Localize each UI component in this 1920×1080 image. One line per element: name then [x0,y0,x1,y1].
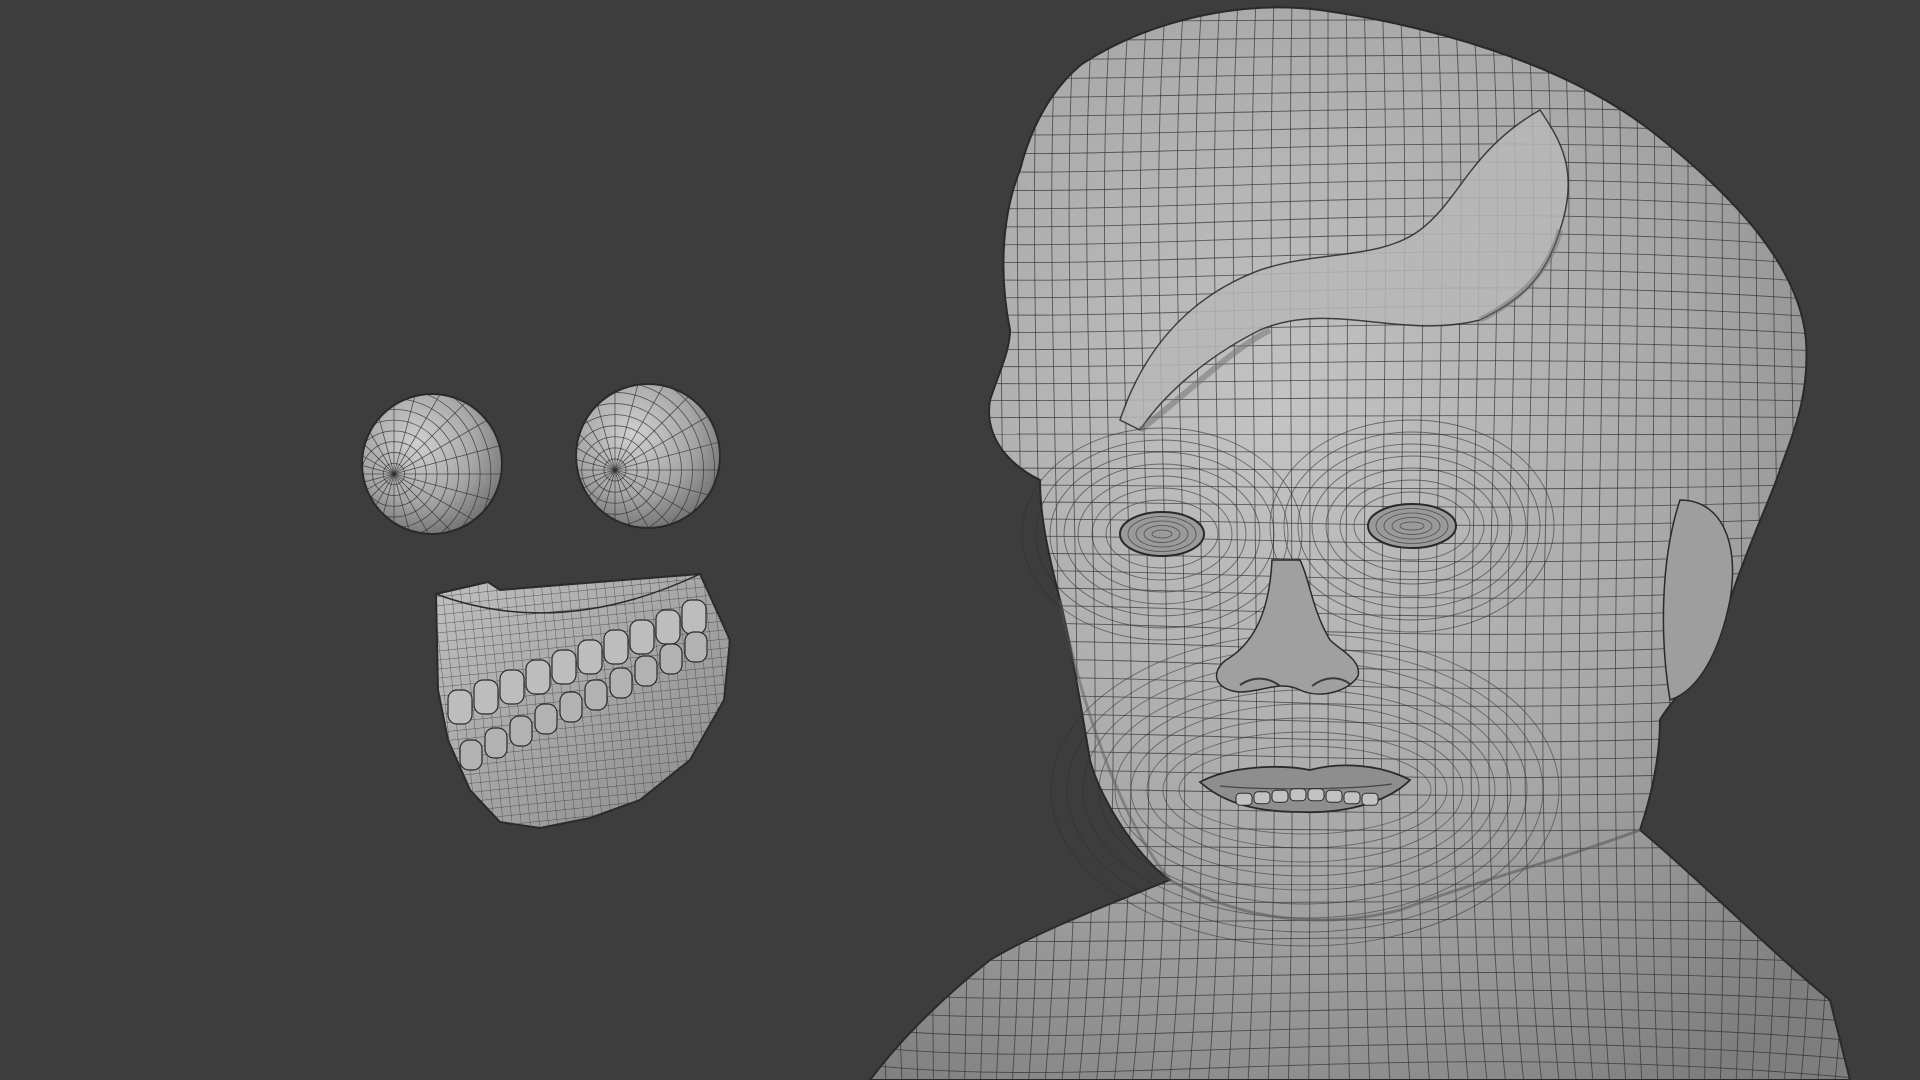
mouth-tooth [1289,788,1307,802]
eyeball-right-wireframe [576,384,720,528]
mouth-tooth [1307,788,1325,802]
mouth-tooth [1343,791,1361,805]
eyeball-left[interactable] [254,334,534,614]
upper-tooth [603,629,629,665]
upper-tooth [577,639,603,675]
upper-tooth [655,609,681,645]
upper-tooth [499,669,525,705]
lower-tooth [659,643,683,675]
ear [1662,499,1734,701]
mouth-tooth [1253,791,1271,805]
teeth-gums[interactable] [430,570,740,840]
eye-socket-right [1367,503,1457,549]
lower-tooth [584,679,608,711]
lower-tooth [684,631,708,663]
upper-tooth [473,679,499,715]
upper-tooth [525,659,551,695]
eyeball-right[interactable] [471,326,759,614]
lower-tooth [609,667,633,699]
lower-tooth [509,715,533,747]
lower-tooth [634,655,658,687]
mouth-tooth [1361,792,1379,806]
mouth-tooth [1325,789,1343,803]
eyeball-left-wireframe [362,394,502,534]
upper-tooth [681,599,707,635]
upper-tooth [551,649,577,685]
head-bust[interactable] [859,0,1869,1080]
mouth-tooth [1235,792,1253,806]
lower-tooth [459,739,483,771]
lower-tooth [484,727,508,759]
3d-viewport[interactable] [0,0,1920,1080]
eye-socket-left [1119,511,1205,557]
viewport-canvas [254,0,1869,1080]
lower-tooth [559,691,583,723]
upper-tooth [447,689,473,725]
upper-tooth [629,619,655,655]
lower-tooth [534,703,558,735]
mouth-tooth [1271,789,1289,803]
